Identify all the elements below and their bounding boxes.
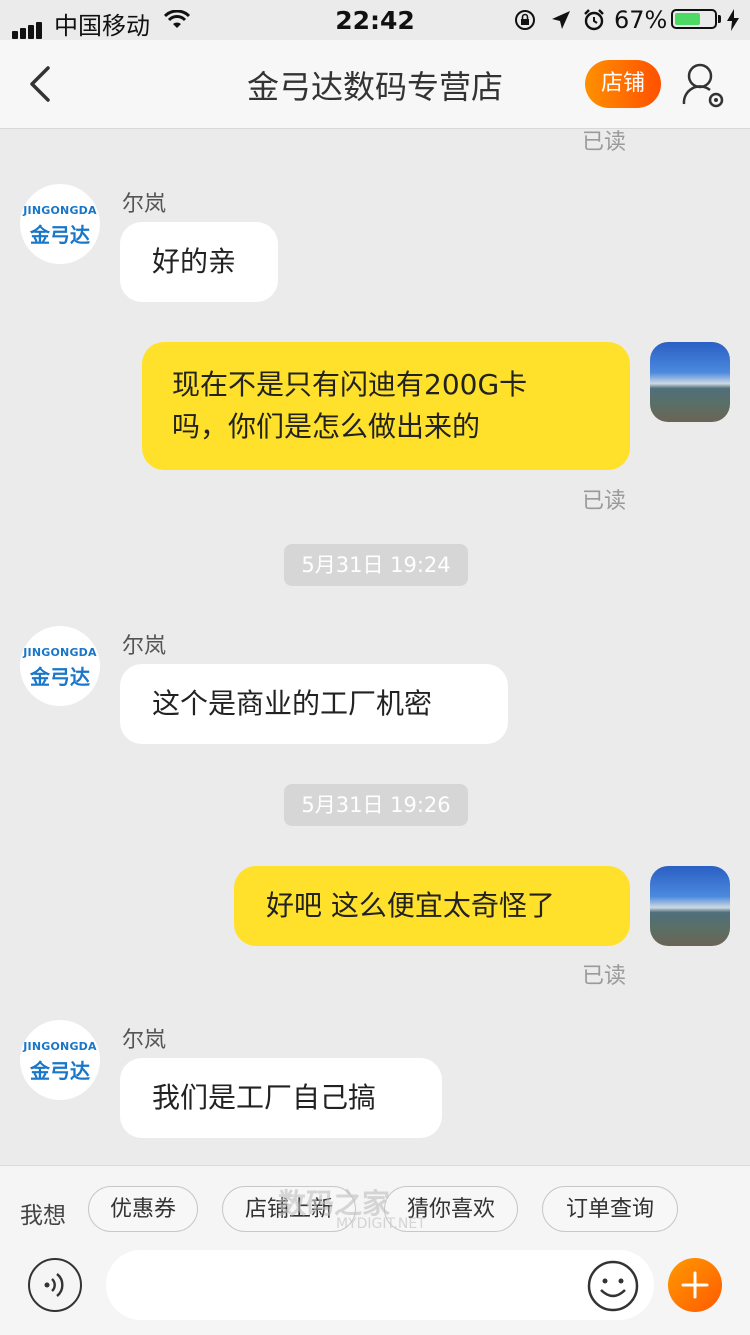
status-bar: 中国移动 22:42 67%: [0, 0, 750, 40]
voice-icon: [44, 1273, 64, 1297]
voice-button[interactable]: [28, 1258, 82, 1312]
avatar-logo-name: 金弓达: [30, 1059, 90, 1083]
input-panel: 我想 优惠券 店铺上新 猜你喜欢 订单查询 数码之家 MYDIGIT.NET: [0, 1165, 750, 1335]
chip-order-lookup[interactable]: 订单查询: [542, 1186, 678, 1232]
more-button[interactable]: [668, 1258, 722, 1312]
location-icon: [552, 11, 570, 29]
timestamp: 5月31日 19:26: [284, 784, 468, 826]
charging-icon: [727, 9, 739, 31]
message-bubble-received[interactable]: 好的亲: [120, 222, 278, 302]
read-receipt: 已读: [582, 489, 627, 514]
message-text-line: 吗，你们是怎么做出来的: [172, 410, 481, 443]
rotation-lock-icon: [515, 10, 535, 30]
battery-tip: [718, 15, 721, 23]
message-bubble-received[interactable]: 我们是工厂自己搞: [120, 1058, 442, 1138]
message-input[interactable]: [106, 1250, 654, 1320]
watermark: 数码之家 MYDIGIT.NET: [278, 1182, 426, 1232]
user-avatar[interactable]: [650, 342, 730, 422]
avatar-logo-text: JINGONGDA: [23, 646, 97, 659]
timestamp: 5月31日 19:24: [284, 544, 468, 586]
message-text-line: 现在不是只有闪迪有200G卡: [172, 368, 528, 401]
sender-name: 尔岚: [122, 634, 167, 659]
avatar-logo-name: 金弓达: [30, 665, 90, 689]
sender-name: 尔岚: [122, 192, 167, 217]
battery-percent: 67%: [614, 6, 668, 34]
shop-button[interactable]: 店铺: [585, 60, 661, 108]
avatar-logo-text: JINGONGDA: [23, 1040, 97, 1053]
plus-icon: [681, 1271, 709, 1299]
emoji-icon[interactable]: [586, 1259, 640, 1313]
shop-avatar[interactable]: JINGONGDA 金弓达: [20, 1020, 100, 1100]
avatar-logo-name: 金弓达: [30, 223, 90, 247]
avatar-logo-text: JINGONGDA: [23, 204, 97, 217]
message-bubble-sent[interactable]: 现在不是只有闪迪有200G卡 吗，你们是怎么做出来的: [142, 342, 630, 470]
read-receipt: 已读: [582, 964, 627, 989]
message-bubble-sent[interactable]: 好吧 这么便宜太奇怪了: [234, 866, 630, 946]
message-bubble-received[interactable]: 这个是商业的工厂机密: [120, 664, 508, 744]
alarm-icon: [584, 9, 604, 31]
battery-icon: [671, 9, 717, 29]
nav-bar: 金弓达数码专营店 店铺: [0, 40, 750, 129]
sender-name: 尔岚: [122, 1028, 167, 1053]
read-receipt: 已读: [582, 130, 627, 155]
user-avatar[interactable]: [650, 866, 730, 946]
chip-coupons[interactable]: 优惠券: [88, 1186, 198, 1232]
shop-avatar[interactable]: JINGONGDA 金弓达: [20, 626, 100, 706]
watermark-subtext: MYDIGIT.NET: [336, 1216, 426, 1232]
customer-settings-icon[interactable]: [680, 60, 726, 110]
shop-avatar[interactable]: JINGONGDA 金弓达: [20, 184, 100, 264]
quick-reply-label: 我想: [20, 1203, 66, 1229]
